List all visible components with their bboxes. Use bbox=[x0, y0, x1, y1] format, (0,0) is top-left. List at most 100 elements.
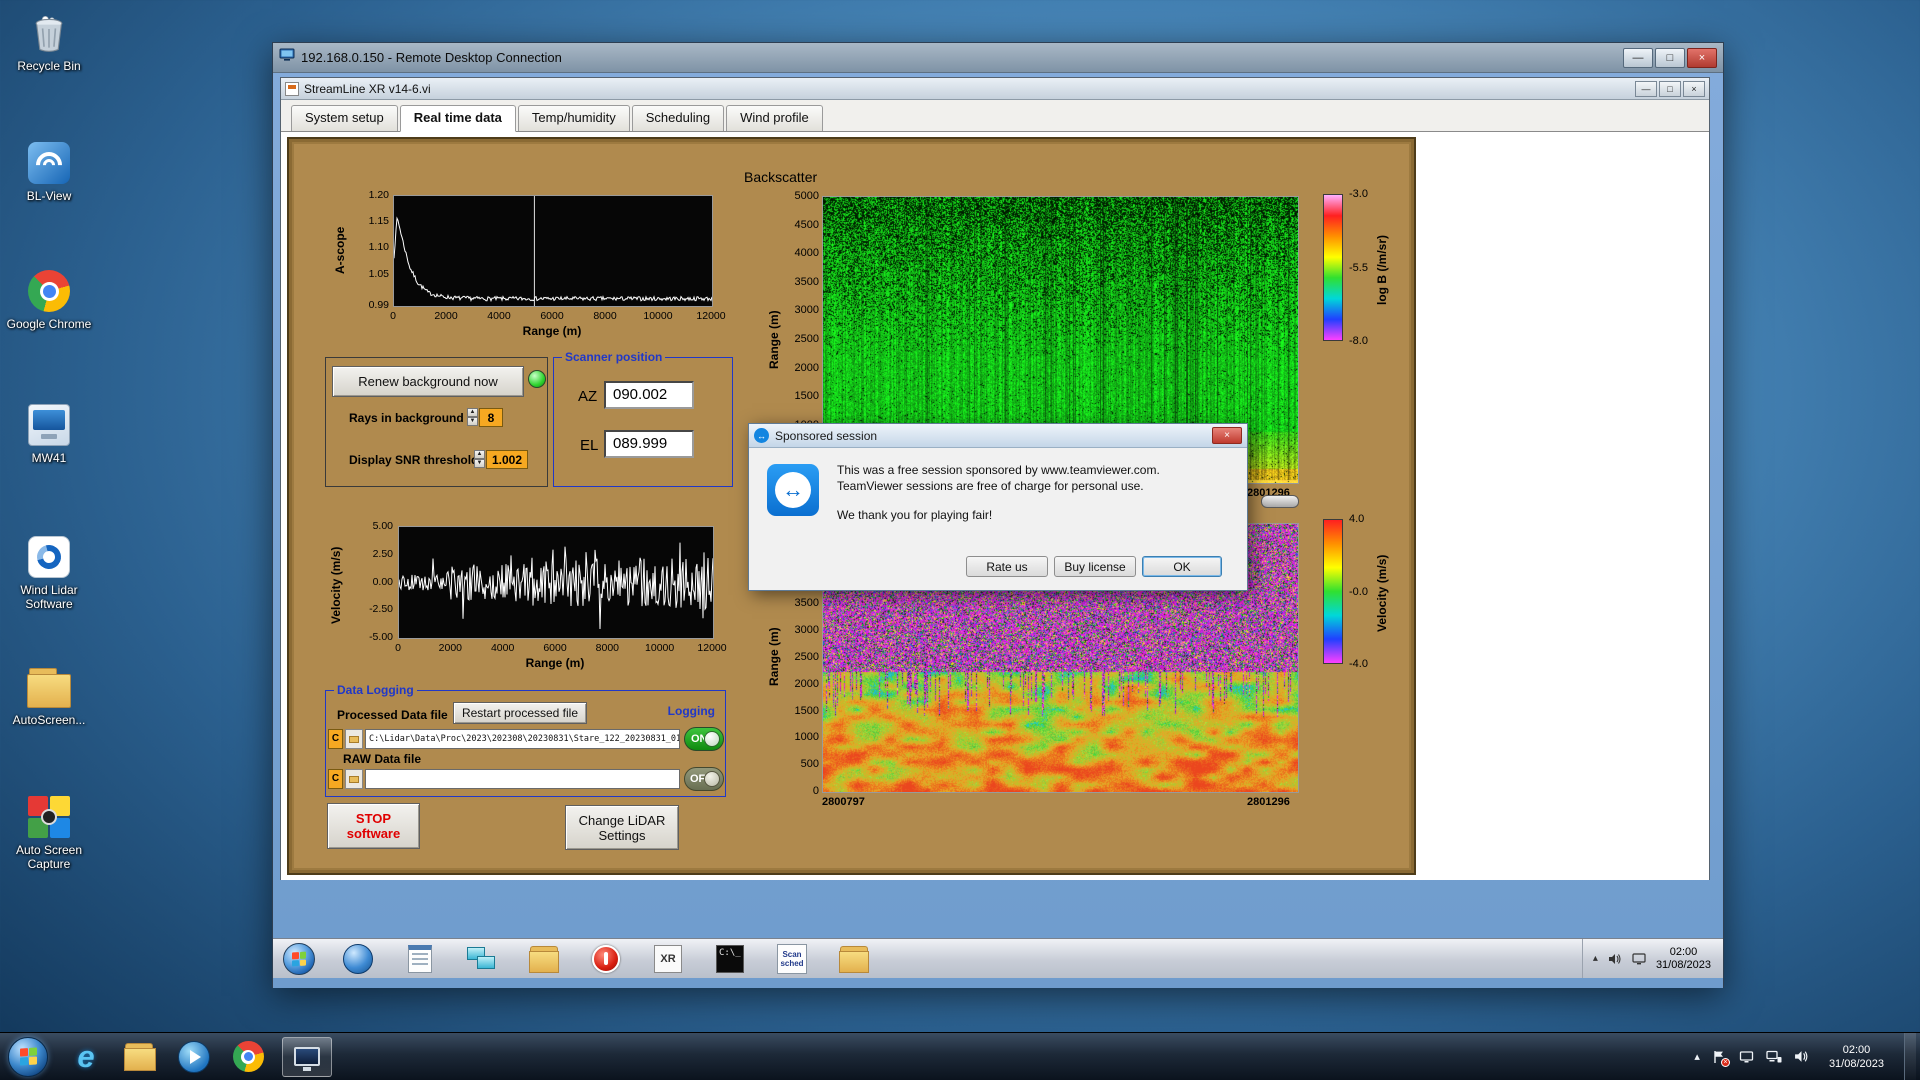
az-value-field[interactable]: 090.002 bbox=[604, 381, 694, 409]
x-tick-label: 8000 bbox=[593, 310, 617, 322]
taskbar-rdp-button[interactable] bbox=[282, 1036, 332, 1077]
app-minimize-button[interactable]: — bbox=[1635, 80, 1657, 97]
desktop-icon-recycle-bin[interactable]: Recycle Bin bbox=[4, 10, 94, 73]
color-scale-slider[interactable] bbox=[1261, 495, 1299, 508]
desktop-icon-bl-view[interactable]: BL-View bbox=[4, 140, 94, 203]
buy-license-button[interactable]: Buy license bbox=[1054, 556, 1136, 577]
raw-logging-toggle[interactable]: OFF bbox=[684, 767, 724, 791]
change-lidar-settings-button[interactable]: Change LiDAR Settings bbox=[565, 805, 679, 850]
taskbar-notepad-icon[interactable] bbox=[403, 942, 437, 976]
dialog-close-button[interactable]: × bbox=[1212, 427, 1242, 444]
taskbar-windows-explorer-icon[interactable] bbox=[120, 1037, 160, 1077]
velocity-start-timestamp: 2800797 bbox=[822, 796, 865, 808]
recycle-bin-icon bbox=[26, 10, 72, 56]
snr-spinner[interactable]: ▲ ▼ bbox=[474, 450, 485, 468]
taskbar-command-prompt-icon[interactable]: C:\_ bbox=[713, 942, 747, 976]
rdp-maximize-button[interactable]: □ bbox=[1655, 47, 1685, 68]
network-icon[interactable] bbox=[1766, 1050, 1782, 1064]
taskbar-stop-power-icon[interactable] bbox=[589, 942, 623, 976]
ok-button[interactable]: OK bbox=[1142, 556, 1222, 577]
taskbar-internet-explorer-icon[interactable]: e bbox=[66, 1037, 106, 1077]
rdp-connection-icon bbox=[279, 48, 295, 67]
rdp-minimize-button[interactable]: — bbox=[1623, 47, 1653, 68]
action-center-flag-icon[interactable]: × bbox=[1712, 1050, 1730, 1067]
velocity-x-axis-label: Range (m) bbox=[525, 656, 585, 670]
velocity-y-axis-label: Velocity (m/s) bbox=[329, 546, 343, 624]
stop-software-button[interactable]: STOP software bbox=[327, 803, 420, 849]
display-icon[interactable] bbox=[1632, 952, 1646, 965]
x-tick-label: 4000 bbox=[490, 642, 515, 654]
processed-path-control: C C:\Lidar\Data\Proc\2023\202308\2023083… bbox=[328, 729, 680, 749]
taskbar-media-icon[interactable] bbox=[341, 942, 375, 976]
clock-time: 02:00 bbox=[1842, 1043, 1871, 1056]
hidden-icons-arrow[interactable]: ▴ bbox=[1694, 1050, 1700, 1063]
remote-clock[interactable]: 02:00 31/08/2023 bbox=[1656, 946, 1711, 972]
desktop-icon-label: BL-View bbox=[26, 189, 72, 203]
desktop-icon-google-chrome[interactable]: Google Chrome bbox=[4, 268, 94, 331]
processed-path-field[interactable]: C:\Lidar\Data\Proc\2023\202308\20230831\… bbox=[365, 729, 680, 749]
taskbar-chrome-icon[interactable] bbox=[228, 1037, 268, 1077]
remote-start-button[interactable] bbox=[283, 942, 315, 975]
snr-value-field[interactable]: 1.002 bbox=[486, 450, 528, 469]
processed-logging-toggle[interactable]: ON bbox=[684, 727, 724, 751]
backscatter-y-axis-label: Range (m) bbox=[767, 310, 781, 370]
taskbar-scan-scheduler-icon[interactable]: Scan sched bbox=[775, 942, 809, 976]
taskbar-folder-app-icon[interactable] bbox=[527, 942, 561, 976]
velocity-y-ticks: 5.00 2.50 0.00 -2.50 -5.00 bbox=[353, 520, 395, 643]
x-tick-label: 0 bbox=[395, 642, 401, 654]
restart-processed-file-button[interactable]: Restart processed file bbox=[453, 702, 587, 724]
data-logging-group: Data Logging Processed Data file Restart… bbox=[325, 683, 726, 797]
tab-system-setup[interactable]: System setup bbox=[291, 105, 398, 131]
app-restore-button[interactable]: □ bbox=[1659, 80, 1681, 97]
raw-path-field[interactable] bbox=[365, 769, 680, 789]
desktop-icon-autoscreen[interactable]: AutoScreen... bbox=[4, 664, 94, 727]
rdp-window: 192.168.0.150 - Remote Desktop Connectio… bbox=[272, 42, 1724, 988]
logging-label: Logging bbox=[667, 704, 715, 718]
rate-us-button[interactable]: Rate us bbox=[966, 556, 1048, 577]
y-tick-label: 0.00 bbox=[372, 575, 393, 588]
rdp-close-button[interactable]: × bbox=[1687, 47, 1717, 68]
el-value-field[interactable]: 089.999 bbox=[604, 430, 694, 458]
raw-data-file-label: RAW Data file bbox=[343, 752, 422, 766]
start-button[interactable] bbox=[8, 1036, 48, 1077]
taskbar-network-monitor-icon[interactable] bbox=[465, 942, 499, 976]
a-scope-y-axis-label: A-scope bbox=[333, 226, 347, 274]
rays-spinner[interactable]: ▲ ▼ bbox=[467, 408, 478, 426]
y-tick-label: 0 bbox=[812, 785, 819, 797]
x-tick-label: 8000 bbox=[595, 642, 620, 654]
app-titlebar[interactable]: StreamLine XR v14-6.vi — □ × bbox=[281, 78, 1709, 100]
tab-real-time-data[interactable]: Real time data bbox=[399, 105, 516, 132]
remote-desktop: StreamLine XR v14-6.vi — □ × System setu… bbox=[273, 73, 1723, 988]
tab-wind-profile[interactable]: Wind profile bbox=[726, 105, 823, 131]
rays-value-field[interactable]: 8 bbox=[479, 408, 503, 427]
browse-icon[interactable] bbox=[345, 769, 363, 789]
y-tick-label: 4500 bbox=[794, 218, 819, 231]
volume-icon[interactable] bbox=[1608, 953, 1622, 965]
dialog-titlebar[interactable]: ↔ Sponsored session × bbox=[749, 424, 1247, 448]
clock-date: 31/08/2023 bbox=[1828, 1057, 1884, 1070]
a-scope-x-axis-label: Range (m) bbox=[522, 324, 582, 338]
rdp-titlebar[interactable]: 192.168.0.150 - Remote Desktop Connectio… bbox=[273, 43, 1723, 73]
show-desktop-button[interactable] bbox=[1904, 1032, 1916, 1080]
device-install-icon[interactable] bbox=[1739, 1050, 1754, 1064]
volume-icon[interactable] bbox=[1794, 1050, 1809, 1063]
desktop-icon-auto-screen-capture[interactable]: Auto Screen Capture bbox=[4, 794, 94, 871]
taskbar-xr-tool-icon[interactable]: XR bbox=[651, 942, 685, 976]
x-tick-label: 2000 bbox=[434, 310, 458, 322]
y-tick-label: 2500 bbox=[794, 333, 819, 345]
tab-scheduling[interactable]: Scheduling bbox=[631, 105, 725, 131]
app-close-button[interactable]: × bbox=[1683, 80, 1705, 97]
renew-background-button[interactable]: Renew background now bbox=[332, 366, 524, 397]
taskbar-media-player-icon[interactable] bbox=[174, 1037, 214, 1077]
taskbar-clock[interactable]: 02:00 31/08/2023 bbox=[1821, 1043, 1892, 1071]
desktop-icon-mw41[interactable]: MW41 bbox=[4, 402, 94, 465]
a-scope-y-ticks: 1.20 1.15 1.10 1.05 0.99 bbox=[353, 189, 391, 311]
remote-clock-date: 31/08/2023 bbox=[1655, 958, 1711, 971]
taskbar-folder-icon[interactable] bbox=[837, 942, 871, 976]
desktop-icon-label: Wind Lidar Software bbox=[20, 583, 78, 611]
desktop-icon-wind-lidar-software[interactable]: Wind Lidar Software bbox=[4, 534, 94, 611]
colorbar-tick-label: 4.0 bbox=[1349, 513, 1365, 525]
browse-icon[interactable] bbox=[345, 729, 363, 749]
tab-temp-humidity[interactable]: Temp/humidity bbox=[517, 105, 630, 131]
hidden-icons-arrow[interactable]: ▴ bbox=[1593, 953, 1598, 964]
